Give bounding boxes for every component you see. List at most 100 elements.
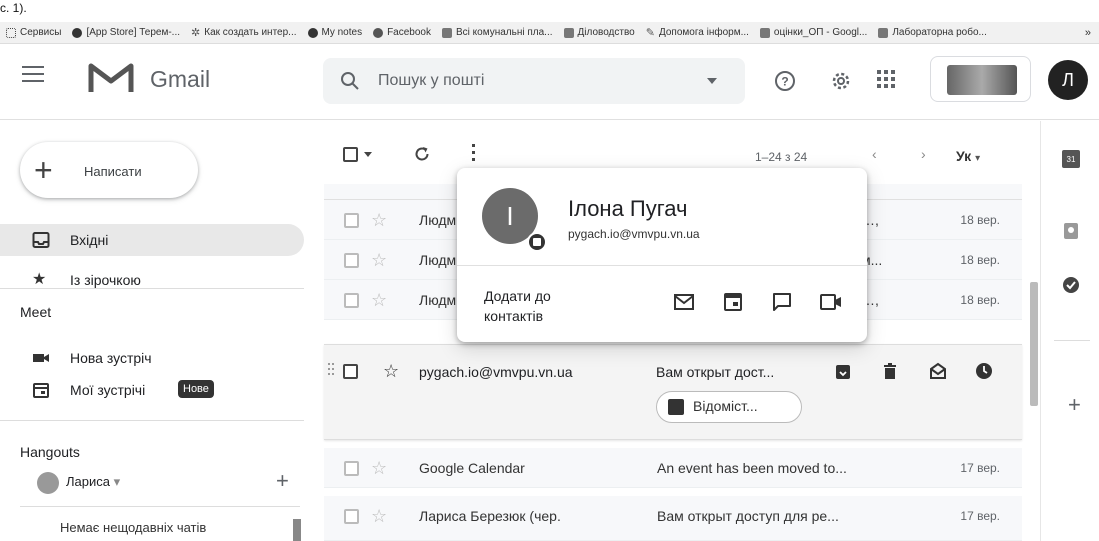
- next-page-icon[interactable]: ›: [921, 146, 926, 162]
- pencil-icon: ✎: [645, 26, 655, 39]
- bookmarks-more-button[interactable]: »: [1085, 27, 1091, 39]
- contact-email: pygach.io@vmvpu.vn.ua: [568, 227, 700, 241]
- email-sender: pygach.io@vmvpu.vn.ua: [419, 364, 573, 380]
- archive-icon[interactable]: [834, 363, 852, 381]
- svg-text:?: ?: [781, 75, 788, 89]
- mark-read-icon[interactable]: [929, 362, 947, 380]
- sidebar-item-my-meetings[interactable]: Мої зустрічі Нове: [0, 374, 304, 406]
- bookmark-help-info[interactable]: ✎ Допомога інформ...: [646, 27, 749, 38]
- gear-icon[interactable]: [829, 69, 853, 93]
- sidebar-item-inbox[interactable]: Вхідні: [0, 224, 304, 256]
- search-input[interactable]: [378, 70, 678, 92]
- email-subject: Вам открыт дост...: [656, 364, 775, 380]
- select-all-checkbox[interactable]: [343, 147, 358, 162]
- bookmark-app-store[interactable]: [App Store] Терем-...: [72, 27, 180, 38]
- apps-grid-icon: [6, 27, 16, 38]
- attachment-name: Відоміст...: [693, 398, 758, 414]
- sidebar-item-new-meeting[interactable]: Нова зустріч: [0, 342, 304, 374]
- sheets-icon: [759, 27, 770, 38]
- email-date: 18 вер.: [960, 293, 1000, 307]
- sidebar-divider: [0, 288, 304, 289]
- table-row[interactable]: ☆ Лариса Березюк (чер. Вам открыт доступ…: [324, 496, 1022, 541]
- star-icon[interactable]: ☆: [371, 251, 387, 269]
- email-subject: Вам открыт доступ для ре...: [657, 508, 839, 524]
- drag-handle-icon[interactable]: [328, 363, 336, 377]
- bookmark-grades-sheet[interactable]: оцінки_ОП - Googl...: [759, 27, 867, 38]
- card-divider: [457, 265, 867, 266]
- bookmark-lab-work[interactable]: Лабораторна робо...: [878, 27, 987, 38]
- inbox-icon: [32, 232, 50, 248]
- row-checkbox[interactable]: [344, 293, 359, 308]
- bookmark-icon: [442, 27, 452, 38]
- sidebar-item-starred[interactable]: ★ Із зірочкою: [0, 264, 304, 288]
- row-checkbox[interactable]: [343, 364, 358, 379]
- star-icon[interactable]: ☆: [371, 291, 387, 309]
- facebook-icon: [373, 27, 384, 38]
- video-call-icon[interactable]: [820, 294, 842, 310]
- star-icon[interactable]: ☆: [371, 211, 387, 229]
- snooze-icon[interactable]: [975, 362, 993, 380]
- bookmark-paperwork[interactable]: Діловодство: [563, 27, 635, 38]
- video-icon: [33, 354, 49, 362]
- sidebar-scrollbar[interactable]: [293, 519, 301, 541]
- tasks-icon[interactable]: [1062, 276, 1080, 294]
- keep-notes-icon[interactable]: [1062, 222, 1080, 240]
- star-icon[interactable]: ☆: [371, 507, 387, 525]
- email-subject: An event has been moved to...: [657, 460, 847, 476]
- chevron-down-icon: ▾: [975, 153, 981, 164]
- help-icon[interactable]: ?: [774, 70, 796, 92]
- sidebar-divider: [20, 506, 300, 507]
- refresh-icon[interactable]: [413, 145, 431, 163]
- apps-grid-icon[interactable]: [877, 70, 895, 88]
- bookmark-facebook[interactable]: Facebook: [373, 27, 431, 38]
- bookmark-services[interactable]: Сервисы: [6, 27, 61, 38]
- sidebar-item-label: Мої зустрічі: [70, 382, 146, 398]
- sidebar-item-label: Вхідні: [70, 232, 109, 248]
- contact-name: Ілона Пугач: [568, 196, 688, 221]
- globe-icon: [72, 27, 83, 38]
- star-icon[interactable]: ☆: [371, 459, 387, 477]
- bookmark-utilities[interactable]: Всі комунальні пла...: [442, 27, 553, 38]
- mail-icon[interactable]: [674, 294, 694, 310]
- row-checkbox[interactable]: [344, 213, 359, 228]
- search-icon[interactable]: [340, 71, 360, 91]
- organization-logo[interactable]: [930, 56, 1031, 102]
- row-checkbox[interactable]: [344, 509, 359, 524]
- main-menu-icon[interactable]: [22, 66, 44, 84]
- sparkle-icon: ✲: [191, 26, 201, 39]
- select-options-icon[interactable]: [364, 152, 372, 157]
- hangouts-user-name[interactable]: Лариса ▾: [66, 474, 120, 490]
- add-to-contacts-button[interactable]: Додати до контактів: [484, 286, 551, 326]
- inbox-scrollbar[interactable]: [1030, 282, 1038, 406]
- bookmark-icon: [563, 27, 574, 38]
- more-options-icon[interactable]: [472, 144, 476, 162]
- table-row[interactable]: ☆ Google Calendar An event has been move…: [324, 448, 1022, 488]
- email-sender: Лариса Березюк (чер.: [419, 508, 561, 524]
- new-chat-plus-icon[interactable]: +: [276, 470, 289, 492]
- delete-icon[interactable]: [882, 362, 898, 380]
- calendar-icon[interactable]: [724, 291, 742, 311]
- pagination-text: 1–24 з 24: [755, 150, 808, 164]
- hangouts-user-avatar[interactable]: [37, 472, 59, 494]
- globe-icon: [307, 27, 318, 38]
- sidebar-item-label: Із зірочкою: [70, 272, 141, 288]
- compose-label: Написати: [84, 164, 142, 179]
- hangouts-section-title: Hangouts: [20, 444, 80, 460]
- input-language-button[interactable]: Ук ▾: [956, 148, 980, 164]
- sidebar-divider: [0, 420, 304, 421]
- chat-icon[interactable]: [772, 292, 792, 312]
- row-checkbox[interactable]: [344, 461, 359, 476]
- get-addons-plus-icon[interactable]: +: [1068, 394, 1081, 416]
- row-checkbox[interactable]: [344, 253, 359, 268]
- search-options-icon[interactable]: [707, 78, 717, 84]
- star-icon[interactable]: ☆: [383, 362, 399, 380]
- prev-page-icon[interactable]: ‹: [872, 146, 877, 162]
- email-date: 17 вер.: [960, 461, 1000, 475]
- bookmark-create-interface[interactable]: ✲ Как создать интер...: [191, 27, 296, 38]
- calendar-app-icon[interactable]: 31: [1062, 150, 1080, 168]
- gmail-logo-text: Gmail: [150, 66, 211, 92]
- account-avatar[interactable]: Л: [1048, 60, 1088, 100]
- email-sender: Людм: [419, 292, 457, 308]
- bookmark-my-notes[interactable]: My notes: [307, 27, 362, 38]
- star-icon: ★: [32, 271, 47, 288]
